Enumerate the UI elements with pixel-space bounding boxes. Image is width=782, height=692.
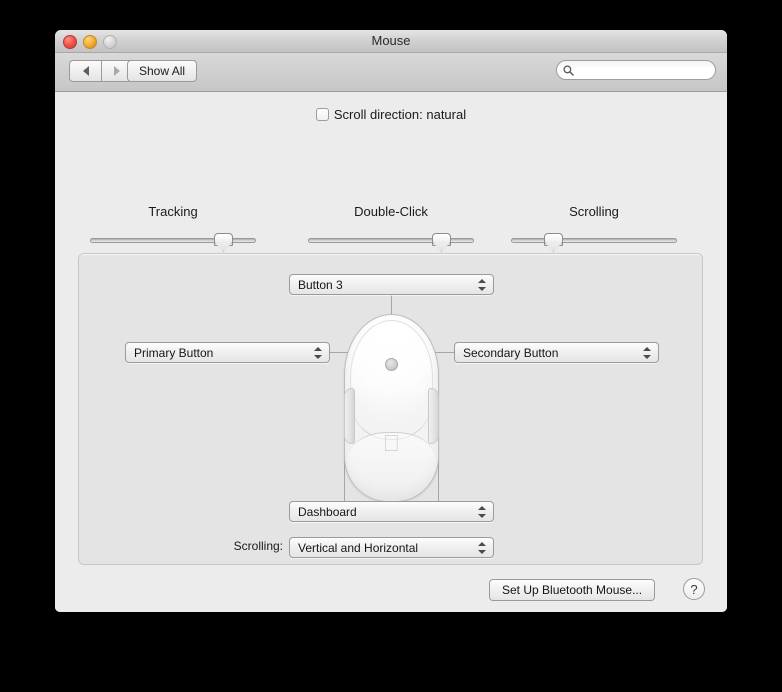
chevron-right-icon (114, 66, 120, 76)
show-all-button[interactable]: Show All (127, 60, 198, 82)
scroll-direction-label: Scroll direction: natural (333, 107, 467, 122)
help-icon: ? (690, 581, 698, 597)
window-toolbar: Show All (55, 53, 727, 92)
back-button[interactable] (69, 60, 101, 82)
popup-scrolling-value: Vertical and Horizontal (298, 540, 419, 555)
popup-button3[interactable]: Button 3 (289, 274, 494, 295)
scrolling-field-label: Scrolling: (233, 539, 283, 553)
tracking-slider-thumb[interactable] (214, 233, 234, 252)
scroll-direction-checkbox[interactable] (315, 108, 329, 121)
window-titlebar: Mouse (55, 30, 727, 53)
double-click-slider-thumb[interactable] (432, 233, 452, 252)
popup-primary-button[interactable]: Primary Button (125, 342, 330, 363)
tracking-title: Tracking (148, 204, 198, 219)
scroll-ball[interactable] (385, 358, 398, 371)
stepper-icon (314, 345, 323, 361)
search-field[interactable] (556, 60, 716, 80)
help-button[interactable]: ? (683, 578, 705, 600)
search-icon (563, 64, 574, 76)
chevron-left-icon (82, 66, 89, 76)
show-all-label: Show All (139, 64, 186, 78)
set-up-bluetooth-mouse-label: Set Up Bluetooth Mouse... (502, 583, 643, 597)
system-preferences-window: Mouse Show All Scroll direction: natural… (55, 30, 727, 612)
mouse-illustration:  (334, 314, 449, 504)
stepper-icon (643, 345, 652, 361)
stepper-icon (478, 540, 487, 556)
popup-secondary-value: Secondary Button (463, 345, 559, 360)
search-input[interactable] (578, 63, 710, 77)
popup-dashboard[interactable]: Dashboard (289, 501, 494, 522)
scrolling-slider[interactable] (504, 233, 684, 251)
mouse-top-shell-seam (350, 320, 433, 440)
popup-secondary-button[interactable]: Secondary Button (454, 342, 659, 363)
stepper-icon (478, 504, 487, 520)
mouse-configuration-panel:  Button 3 Primary Button Secondary Butt… (78, 253, 703, 565)
popup-primary-value: Primary Button (134, 345, 214, 360)
popup-button3-value: Button 3 (298, 277, 343, 292)
double-click-slider[interactable] (301, 233, 481, 251)
scrolling-slider-track (511, 238, 677, 243)
popup-scrolling-mode[interactable]: Vertical and Horizontal (289, 537, 494, 558)
scrolling-title: Scrolling (569, 204, 619, 219)
set-up-bluetooth-mouse-button[interactable]: Set Up Bluetooth Mouse... (489, 579, 656, 601)
scrolling-slider-thumb[interactable] (543, 233, 563, 252)
double-click-title: Double-Click (354, 204, 428, 219)
popup-dashboard-value: Dashboard (298, 504, 357, 519)
window-title: Mouse (371, 33, 411, 48)
stepper-icon (478, 277, 487, 293)
scroll-direction-row[interactable]: Scroll direction: natural (55, 107, 727, 122)
navigation-button-group (69, 60, 133, 82)
tracking-slider[interactable] (83, 233, 263, 251)
apple-logo-icon:  (334, 432, 449, 455)
preferences-content: Scroll direction: natural Tracking Slow … (55, 92, 727, 612)
